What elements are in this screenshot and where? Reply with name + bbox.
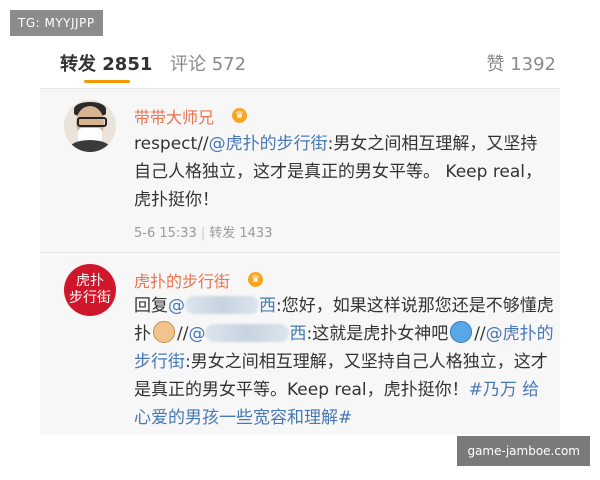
crown-badge-icon: ♛ [232,108,247,123]
reply-text-2: :这就是虎扑女神吧 [306,324,449,344]
mention-link-blurred[interactable]: @ 西 [168,296,276,316]
blurred-username [185,296,259,314]
list-divider [40,252,560,253]
reply-prefix: 回复 [134,296,168,316]
tab-bar: 转发 2851 评论 572 赞 1392 [0,38,600,88]
reply-text: 回复@ 西:您好，如果这样说那您还是不够懂虎扑//@ 西:这就是虎扑女神吧//@虎扑… [134,292,554,432]
crown-badge-icon: ♛ [248,272,263,287]
repost-link[interactable]: 转发 1433 [209,226,272,241]
slash-separator: // [177,324,189,344]
post-meta: 5-6 15:33 | 转发 1433 [134,222,272,241]
mention-link[interactable]: @虎扑的步行街 [209,134,328,154]
avatar[interactable]: 虎扑 步行街 [64,264,116,316]
tab-likes-label: 赞 [486,54,505,75]
face-emoji-icon [450,321,473,343]
tab-likes-count: 1392 [510,54,556,75]
author-name[interactable]: 虎扑的步行街 [134,268,230,292]
avatar[interactable] [64,100,116,152]
tab-comments-count: 572 [211,54,247,75]
repost-label: 转发 [209,226,236,241]
post-text-prefix: respect// [134,134,209,154]
mention-link-blurred[interactable]: @ 西 [188,324,306,344]
tab-likes[interactable]: 赞 1392 [486,50,556,76]
active-tab-indicator [84,80,130,83]
avatar-glasses [77,117,107,127]
slash-separator: // [474,324,486,344]
mention-tail: 西 [259,296,276,316]
tab-reposts-count: 2851 [102,54,153,75]
watermark-top: TG: MYYJJPP [10,10,103,36]
post-time: 5-6 15:33 [134,226,197,241]
blurred-username [205,324,290,342]
mention-tail: 西 [289,324,307,344]
meta-separator: | [200,226,206,241]
avatar-text-line1: 虎扑 [76,273,104,289]
tab-comments-label: 评论 [170,54,206,75]
avatar-body [68,140,112,152]
watermark-bottom: game-jamboe.com [457,436,590,466]
tab-reposts[interactable]: 转发 2851 [60,50,152,76]
repost-count: 1433 [239,226,273,241]
tab-reposts-label: 转发 [60,54,96,75]
tab-comments[interactable]: 评论 572 [170,50,246,76]
avatar-text-line2: 步行街 [69,290,111,306]
post-text: respect//@虎扑的步行街:男女之间相互理解，又坚持自己人格独立，这才是真… [134,130,554,214]
cat-emoji-icon [153,321,175,343]
author-name[interactable]: 带带大师兄 [134,104,214,128]
